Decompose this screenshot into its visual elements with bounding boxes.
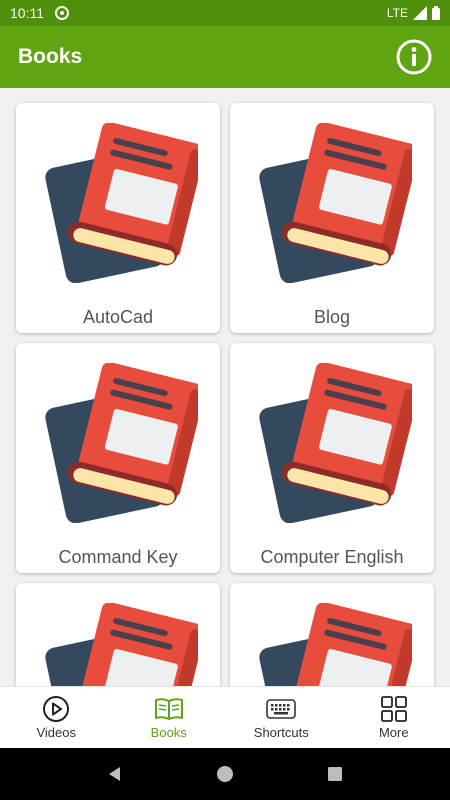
play-circle-icon	[43, 696, 70, 722]
home-circle-icon	[217, 766, 233, 782]
back-triangle-icon	[109, 767, 120, 781]
book-card-blog[interactable]: Blog	[230, 103, 434, 333]
books-grid: AutoCad Blog Command Key Computer Englis…	[16, 103, 434, 686]
battery-icon	[432, 6, 440, 20]
info-button[interactable]	[396, 39, 432, 75]
book-card-computer-english[interactable]: Computer English	[230, 343, 434, 573]
info-icon	[396, 39, 432, 75]
book-card-label: Computer English	[260, 547, 404, 567]
book-icon	[43, 603, 198, 686]
recents-square-icon	[328, 767, 342, 781]
status-bar: 10:11 LTE	[0, 0, 450, 26]
book-card[interactable]	[230, 583, 434, 686]
sync-icon	[55, 6, 69, 20]
book-icon	[257, 123, 412, 283]
nav-label: More	[378, 725, 409, 740]
nav-item-books[interactable]: Books	[113, 687, 226, 748]
page-title: Books	[18, 45, 83, 68]
open-book-icon	[154, 698, 183, 720]
network-label: LTE	[386, 6, 408, 20]
grid-icon	[380, 696, 407, 722]
signal-icon	[413, 6, 427, 20]
keyboard-icon	[266, 699, 297, 719]
book-card-autocad[interactable]: AutoCad	[16, 103, 220, 333]
book-card-label: Command Key	[58, 547, 178, 567]
book-card[interactable]	[16, 583, 220, 686]
system-navigation-bar	[0, 748, 450, 800]
book-icon	[43, 123, 198, 283]
status-time: 10:11	[10, 5, 44, 21]
bottom-navigation: Videos Books Shortcuts More	[0, 686, 450, 748]
books-grid-container[interactable]: AutoCad Blog Command Key Computer Englis…	[0, 88, 450, 686]
nav-label: Shortcuts	[253, 725, 309, 740]
system-back-button[interactable]	[95, 754, 135, 794]
book-card-label: AutoCad	[82, 307, 154, 327]
app-bar: Books	[0, 26, 450, 88]
book-icon	[257, 363, 412, 523]
book-card-label: Blog	[313, 307, 351, 327]
nav-item-shortcuts[interactable]: Shortcuts	[225, 687, 338, 748]
nav-label: Videos	[36, 725, 76, 740]
book-icon	[257, 603, 412, 686]
nav-label: Books	[150, 725, 187, 740]
system-recents-button[interactable]	[315, 754, 355, 794]
nav-item-videos[interactable]: Videos	[0, 687, 113, 748]
system-home-button[interactable]	[205, 754, 245, 794]
book-icon	[43, 363, 198, 523]
book-card-command-key[interactable]: Command Key	[16, 343, 220, 573]
nav-item-more[interactable]: More	[338, 687, 450, 748]
